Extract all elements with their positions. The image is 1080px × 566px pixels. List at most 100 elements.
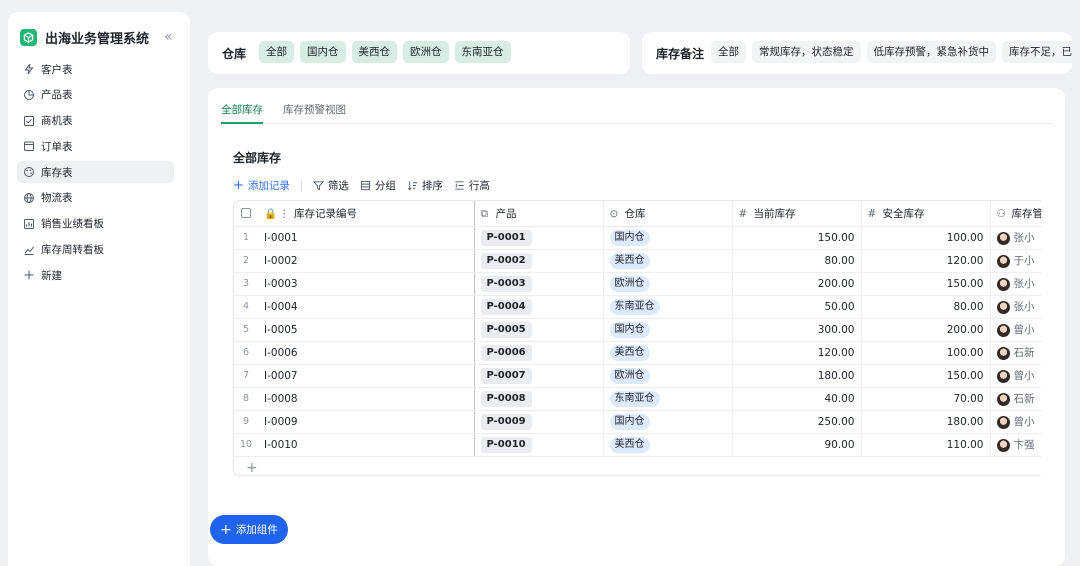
cell-safety-stock[interactable]: 150.00 xyxy=(861,272,991,296)
table-row[interactable]: 10 I-0010 P-0010 美西仓 90.00 110.00 卞强 xyxy=(234,433,1041,457)
sidebar-item-8[interactable]: 新建 xyxy=(17,264,174,286)
sidebar-item-0[interactable]: 客户表 xyxy=(17,58,174,80)
cell-safety-stock[interactable]: 100.00 xyxy=(861,226,991,250)
cell-current-stock[interactable]: 90.00 xyxy=(732,433,862,457)
cell-safety-stock[interactable]: 80.00 xyxy=(861,295,991,319)
cell-manager[interactable]: 曾小 xyxy=(990,318,1041,342)
cell-id[interactable]: I-0004 xyxy=(258,295,475,319)
add-row[interactable]: + xyxy=(234,456,1041,475)
cell-product[interactable]: P-0007 xyxy=(474,364,604,388)
sidebar-item-2[interactable]: 商机表 xyxy=(17,110,174,132)
cell-current-stock[interactable]: 200.00 xyxy=(732,272,862,296)
cell-current-stock[interactable]: 50.00 xyxy=(732,295,862,319)
cell-warehouse[interactable]: 美西仓 xyxy=(603,341,733,365)
add-row-icon[interactable]: + xyxy=(234,456,1041,475)
cell-product[interactable]: P-0008 xyxy=(474,387,604,411)
sidebar-item-4[interactable]: 库存表 xyxy=(17,161,174,184)
cell-current-stock[interactable]: 180.00 xyxy=(732,364,862,388)
select-all-checkbox[interactable] xyxy=(241,208,251,219)
sidebar-item-3[interactable]: 订单表 xyxy=(17,135,174,157)
sidebar-item-1[interactable]: 产品表 xyxy=(17,84,174,106)
warehouse-option-0[interactable]: 全部 xyxy=(259,41,294,63)
sidebar-item-7[interactable]: 库存周转看板 xyxy=(17,239,174,261)
warehouse-option-1[interactable]: 国内仓 xyxy=(300,41,346,63)
note-option-3[interactable]: 库存不足，已触 xyxy=(1002,41,1072,63)
cell-safety-stock[interactable]: 120.00 xyxy=(861,249,991,273)
cell-id[interactable]: I-0006 xyxy=(258,341,475,365)
cell-manager[interactable]: 卞强 xyxy=(990,433,1041,457)
cell-warehouse[interactable]: 国内仓 xyxy=(603,226,733,250)
cell-product[interactable]: P-0005 xyxy=(474,318,604,342)
sort-button[interactable]: 排序 xyxy=(407,178,443,193)
cell-id[interactable]: I-0001 xyxy=(258,226,475,250)
cell-id[interactable]: I-0005 xyxy=(258,318,475,342)
table-row[interactable]: 8 I-0008 P-0008 东南亚仓 40.00 70.00 石新 xyxy=(234,387,1041,411)
column-header-product[interactable]: ⧉ 产品 xyxy=(474,201,604,227)
table-row[interactable]: 9 I-0009 P-0009 国内仓 250.00 180.00 曾小 xyxy=(234,410,1041,434)
warehouse-option-2[interactable]: 美西仓 xyxy=(351,41,397,63)
cell-product[interactable]: P-0001 xyxy=(474,226,604,250)
cell-current-stock[interactable]: 120.00 xyxy=(732,341,862,365)
cell-product[interactable]: P-0010 xyxy=(474,433,604,457)
column-header-manager[interactable]: ⚇ 库存管 xyxy=(990,201,1041,227)
cell-manager[interactable]: 张小 xyxy=(990,226,1041,250)
table-row[interactable]: 1 I-0001 P-0001 国内仓 150.00 100.00 张小 xyxy=(234,226,1041,250)
cell-product[interactable]: P-0006 xyxy=(474,341,604,365)
note-option-0[interactable]: 全部 xyxy=(711,41,746,63)
cell-manager[interactable]: 石新 xyxy=(990,387,1041,411)
column-header-current[interactable]: # 当前库存 xyxy=(732,201,862,227)
cell-id[interactable]: I-0008 xyxy=(258,387,475,411)
cell-manager[interactable]: 石新 xyxy=(990,341,1041,365)
cell-safety-stock[interactable]: 200.00 xyxy=(861,318,991,342)
cell-current-stock[interactable]: 250.00 xyxy=(732,410,862,434)
column-header-warehouse[interactable]: ⊙ 仓库 xyxy=(603,201,733,227)
table-row[interactable]: 5 I-0005 P-0005 国内仓 300.00 200.00 曾小 xyxy=(234,318,1041,342)
cell-warehouse[interactable]: 美西仓 xyxy=(603,433,733,457)
cell-manager[interactable]: 于小 xyxy=(990,249,1041,273)
add-widget-button[interactable]: + 添加组件 xyxy=(210,515,288,544)
cell-manager[interactable]: 曾小 xyxy=(990,410,1041,434)
cell-product[interactable]: P-0003 xyxy=(474,272,604,296)
cell-current-stock[interactable]: 150.00 xyxy=(732,226,862,250)
cell-warehouse[interactable]: 东南亚仓 xyxy=(603,295,733,319)
cell-warehouse[interactable]: 国内仓 xyxy=(603,410,733,434)
group-button[interactable]: 分组 xyxy=(360,178,396,193)
cell-id[interactable]: I-0007 xyxy=(258,364,475,388)
cell-warehouse[interactable]: 东南亚仓 xyxy=(603,387,733,411)
cell-manager[interactable]: 张小 xyxy=(990,272,1041,296)
cell-manager[interactable]: 曾小 xyxy=(990,364,1041,388)
collapse-sidebar-icon[interactable]: « xyxy=(164,29,173,45)
cell-manager[interactable]: 张小 xyxy=(990,295,1041,319)
cell-product[interactable]: P-0009 xyxy=(474,410,604,434)
cell-warehouse[interactable]: 美西仓 xyxy=(603,249,733,273)
table-row[interactable]: 7 I-0007 P-0007 欧洲仓 180.00 150.00 曾小 xyxy=(234,364,1041,388)
cell-safety-stock[interactable]: 100.00 xyxy=(861,341,991,365)
cell-safety-stock[interactable]: 70.00 xyxy=(861,387,991,411)
note-option-2[interactable]: 低库存预警，紧急补货中 xyxy=(866,41,996,63)
cell-safety-stock[interactable]: 150.00 xyxy=(861,364,991,388)
cell-id[interactable]: I-0010 xyxy=(258,433,475,457)
tab-inventory-alert[interactable]: 库存预警视图 xyxy=(283,102,346,124)
cell-current-stock[interactable]: 300.00 xyxy=(732,318,862,342)
column-header-id[interactable]: 🔒 ⋮ 库存记录编号 xyxy=(258,201,475,227)
cell-warehouse[interactable]: 欧洲仓 xyxy=(603,364,733,388)
table-row[interactable]: 3 I-0003 P-0003 欧洲仓 200.00 150.00 张小 xyxy=(234,272,1041,296)
note-option-1[interactable]: 常规库存，状态稳定 xyxy=(752,41,861,63)
row-height-button[interactable]: 行高 xyxy=(454,178,490,193)
cell-id[interactable]: I-0002 xyxy=(258,249,475,273)
cell-product[interactable]: P-0002 xyxy=(474,249,604,273)
cell-current-stock[interactable]: 80.00 xyxy=(732,249,862,273)
add-record-button[interactable]: + 添加记录 xyxy=(233,178,290,193)
cell-warehouse[interactable]: 国内仓 xyxy=(603,318,733,342)
table-row[interactable]: 4 I-0004 P-0004 东南亚仓 50.00 80.00 张小 xyxy=(234,295,1041,319)
cell-safety-stock[interactable]: 110.00 xyxy=(861,433,991,457)
cell-current-stock[interactable]: 40.00 xyxy=(732,387,862,411)
cell-warehouse[interactable]: 欧洲仓 xyxy=(603,272,733,296)
warehouse-option-3[interactable]: 欧洲仓 xyxy=(403,41,449,63)
table-row[interactable]: 6 I-0006 P-0006 美西仓 120.00 100.00 石新 xyxy=(234,341,1041,365)
sidebar-item-5[interactable]: 物流表 xyxy=(17,187,174,209)
table-row[interactable]: 2 I-0002 P-0002 美西仓 80.00 120.00 于小 xyxy=(234,249,1041,273)
tab-all-inventory[interactable]: 全部库存 xyxy=(221,102,263,124)
cell-safety-stock[interactable]: 180.00 xyxy=(861,410,991,434)
column-header-safety[interactable]: # 安全库存 xyxy=(861,201,991,227)
